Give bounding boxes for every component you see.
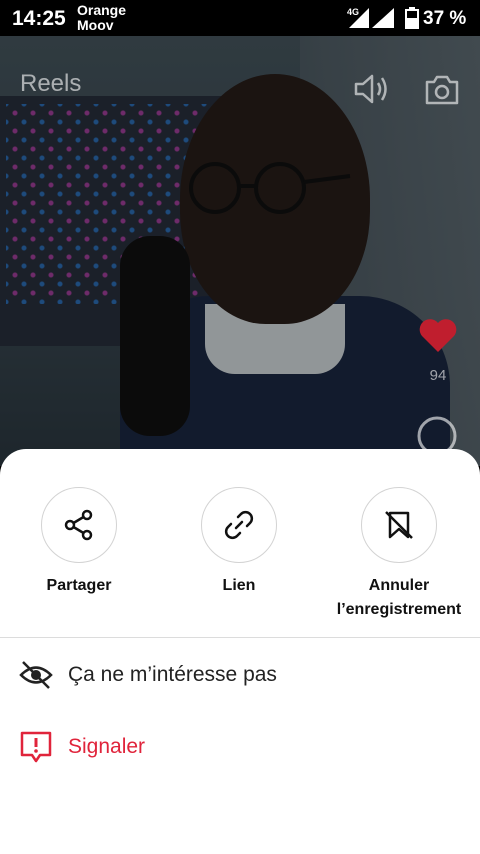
report-icon — [20, 731, 52, 763]
link-icon — [224, 510, 254, 540]
carrier-name: Orange Moov — [77, 3, 126, 33]
cell-signal-icon — [349, 8, 369, 28]
link-action[interactable]: Lien — [164, 487, 314, 598]
link-label: Lien — [222, 577, 256, 594]
sheet-divider — [0, 637, 480, 638]
report-label: Signaler — [68, 735, 146, 758]
battery-icon — [405, 7, 419, 29]
options-bottom-sheet: Partager Lien Annuler l’enregistrement Ç… — [0, 449, 480, 854]
battery-percent: 37 % — [423, 8, 467, 29]
report-option[interactable]: Signaler — [18, 727, 145, 767]
not-interested-label: Ça ne m’intéresse pas — [68, 663, 277, 686]
unsave-button[interactable] — [361, 487, 437, 563]
volume-icon[interactable] — [353, 72, 391, 106]
video-dim-overlay — [0, 36, 480, 466]
like-count: 94 — [429, 367, 447, 384]
share-action[interactable]: Partager — [4, 487, 154, 598]
camera-icon[interactable] — [424, 74, 460, 106]
status-bar: 14:25 Orange Moov 4G 37 % — [0, 0, 480, 36]
share-button[interactable] — [41, 487, 117, 563]
unsave-action[interactable]: Annuler l’enregistrement — [324, 487, 474, 622]
link-button[interactable] — [201, 487, 277, 563]
status-time: 14:25 — [12, 7, 66, 30]
carrier-line-2: Moov — [77, 17, 114, 33]
unsave-icon — [385, 511, 413, 539]
carrier-line-1: Orange — [77, 2, 127, 18]
share-icon — [64, 509, 93, 541]
share-label: Partager — [46, 577, 112, 594]
reels-title: Reels — [20, 70, 82, 97]
reel-video[interactable]: Reels 94 — [0, 36, 480, 466]
unsave-label: Annuler l’enregistrement — [336, 577, 462, 618]
not-interested-option[interactable]: Ça ne m’intéresse pas — [18, 655, 277, 695]
heart-icon[interactable] — [418, 318, 458, 354]
cell-signal-2-icon — [372, 8, 394, 28]
eye-off-icon — [19, 661, 53, 689]
